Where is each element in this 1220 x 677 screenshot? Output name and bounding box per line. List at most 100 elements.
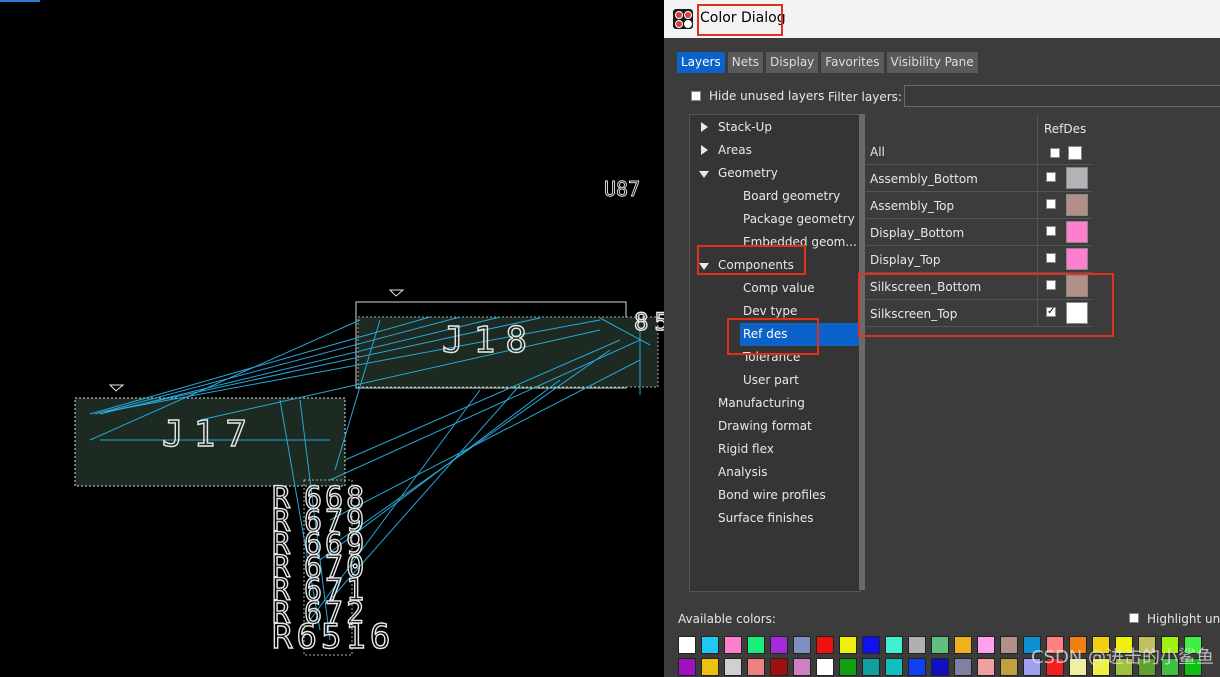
column-divider	[1037, 138, 1038, 164]
layer-visibility-checkbox[interactable]	[1046, 253, 1056, 263]
layer-color-swatch[interactable]	[1066, 221, 1088, 243]
palette-color-swatch[interactable]	[977, 658, 995, 676]
tab-visibility-pane[interactable]: Visibility Pane	[886, 52, 978, 73]
palette-color-swatch[interactable]	[816, 636, 834, 654]
layer-name: Display_Top	[870, 253, 941, 267]
tree-item-dev-type[interactable]: Dev type	[743, 304, 797, 318]
expand-arrow-right-icon[interactable]	[701, 145, 708, 155]
layer-color-swatch[interactable]	[1066, 302, 1088, 324]
layer-color-swatch[interactable]	[1066, 248, 1088, 270]
palette-color-swatch[interactable]	[793, 636, 811, 654]
layer-name: Assembly_Top	[870, 199, 955, 213]
column-divider	[1037, 219, 1038, 245]
palette-color-swatch[interactable]	[747, 658, 765, 676]
refdes-r6516: R6516	[272, 617, 394, 657]
palette-color-swatch[interactable]	[678, 636, 696, 654]
palette-color-swatch[interactable]	[908, 658, 926, 676]
expand-arrow-down-icon[interactable]	[699, 171, 709, 178]
layer-color-swatch[interactable]	[1066, 275, 1088, 297]
palette-color-swatch[interactable]	[839, 636, 857, 654]
title-bar[interactable]: Color Dialog	[664, 0, 1220, 38]
tree-item-manufacturing[interactable]: Manufacturing	[718, 396, 805, 410]
layer-visibility-checkbox[interactable]	[1046, 172, 1056, 182]
tree-item-board-geometry[interactable]: Board geometry	[743, 189, 840, 203]
palette-color-swatch[interactable]	[862, 636, 880, 654]
layer-color-grid: RefDes All Assembly_Bottom Assembly_Top Dis…	[866, 114, 1092, 334]
palette-color-swatch[interactable]	[678, 658, 696, 676]
palette-color-swatch[interactable]	[885, 636, 903, 654]
tree-item-package-geometry[interactable]: Package geometry	[743, 212, 855, 226]
tree-item-areas[interactable]: Areas	[718, 143, 752, 157]
layer-color-swatch[interactable]	[1066, 167, 1088, 189]
highlight-unused-label: Highlight unu	[1147, 612, 1220, 626]
layer-name: All	[870, 145, 885, 159]
layer-color-swatch[interactable]	[1068, 146, 1082, 160]
palette-color-swatch[interactable]	[977, 636, 995, 654]
tab-layers[interactable]: Layers	[677, 52, 725, 73]
palette-color-swatch[interactable]	[954, 636, 972, 654]
tab-favorites[interactable]: Favorites	[821, 52, 884, 73]
layer-tree: Stack-Up Areas Geometry Board geometry Packa…	[689, 114, 861, 592]
palette-color-swatch[interactable]	[816, 658, 834, 676]
palette-color-swatch[interactable]	[793, 658, 811, 676]
palette-color-swatch[interactable]	[954, 658, 972, 676]
tree-item-embedded-geom[interactable]: Embedded geom...	[743, 235, 857, 249]
tree-item-comp-value[interactable]: Comp value	[743, 281, 815, 295]
palette-color-swatch[interactable]	[724, 658, 742, 676]
tree-scrollbar[interactable]	[859, 114, 865, 590]
layer-visibility-checkbox[interactable]	[1050, 148, 1060, 158]
layer-visibility-checkbox[interactable]	[1046, 280, 1056, 290]
dialog-title: Color Dialog	[700, 10, 786, 26]
layer-visibility-checkbox[interactable]	[1046, 199, 1056, 209]
layer-name: Display_Bottom	[870, 226, 965, 240]
refdes-u87: U87	[604, 177, 640, 201]
layer-row: Silkscreen_Bottom	[866, 273, 1092, 300]
refdes-85: 85	[634, 308, 664, 336]
palette-color-swatch[interactable]	[839, 658, 857, 676]
refdes-column-header: RefDes	[1044, 122, 1087, 136]
tree-item-ref-des[interactable]: Ref des	[743, 327, 787, 341]
layer-visibility-checkbox[interactable]: ✓	[1046, 307, 1056, 317]
highlight-unused-checkbox[interactable]	[1129, 613, 1139, 623]
tree-item-stack-up[interactable]: Stack-Up	[718, 120, 772, 134]
filter-label: Filter layers:	[828, 90, 902, 104]
filter-layers-input[interactable]	[904, 85, 1220, 107]
available-colors-label: Available colors:	[678, 612, 776, 626]
expand-arrow-down-icon[interactable]	[699, 263, 709, 270]
tab-nets[interactable]: Nets	[727, 52, 764, 73]
layer-visibility-checkbox[interactable]	[1046, 226, 1056, 236]
tree-item-tolerance[interactable]: Tolerance	[743, 350, 800, 364]
tab-display[interactable]: Display	[766, 52, 819, 73]
palette-color-swatch[interactable]	[724, 636, 742, 654]
layer-row: Assembly_Top	[866, 192, 1092, 219]
layer-row: Display_Bottom	[866, 219, 1092, 246]
layer-name: Silkscreen_Top	[870, 307, 958, 321]
tree-item-bond-wire-profiles[interactable]: Bond wire profiles	[718, 488, 826, 502]
palette-color-swatch[interactable]	[747, 636, 765, 654]
palette-color-swatch[interactable]	[1000, 658, 1018, 676]
palette-color-swatch[interactable]	[1000, 636, 1018, 654]
tree-item-drawing-format[interactable]: Drawing format	[718, 419, 812, 433]
tree-item-geometry[interactable]: Geometry	[718, 166, 778, 180]
tree-item-analysis[interactable]: Analysis	[718, 465, 767, 479]
column-divider	[1037, 192, 1038, 218]
palette-color-swatch[interactable]	[701, 658, 719, 676]
palette-color-swatch[interactable]	[908, 636, 926, 654]
tree-item-rigid-flex[interactable]: Rigid flex	[718, 442, 774, 456]
palette-color-swatch[interactable]	[931, 636, 949, 654]
palette-color-swatch[interactable]	[770, 658, 788, 676]
palette-color-swatch[interactable]	[885, 658, 903, 676]
palette-color-swatch[interactable]	[931, 658, 949, 676]
layer-color-swatch[interactable]	[1066, 194, 1088, 216]
hide-unused-label: Hide unused layers	[709, 89, 825, 103]
hide-unused-checkbox[interactable]	[691, 91, 701, 101]
palette-color-swatch[interactable]	[862, 658, 880, 676]
palette-color-swatch[interactable]	[701, 636, 719, 654]
tree-item-components[interactable]: Components	[718, 258, 794, 272]
layer-name: Assembly_Bottom	[870, 172, 978, 186]
pcb-canvas[interactable]: U87 J18 J17 85 R668R679R669R670R671R672 …	[0, 0, 664, 677]
expand-arrow-right-icon[interactable]	[701, 122, 708, 132]
palette-color-swatch[interactable]	[770, 636, 788, 654]
tree-item-user-part[interactable]: User part	[743, 373, 799, 387]
tree-item-surface-finishes[interactable]: Surface finishes	[718, 511, 814, 525]
